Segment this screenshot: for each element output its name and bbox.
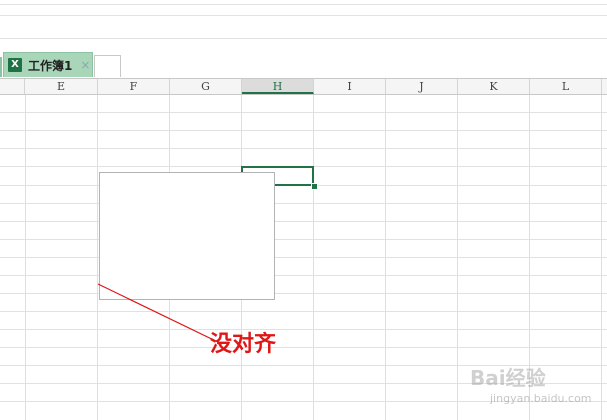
- annotation-pointer-line: [97, 283, 223, 345]
- watermark-url: jingyan.baidu.com: [490, 392, 592, 405]
- annotation-line: [97, 283, 223, 345]
- annotation-label: 没对齐: [210, 331, 277, 357]
- watermark-logo: Bai经验: [470, 366, 546, 390]
